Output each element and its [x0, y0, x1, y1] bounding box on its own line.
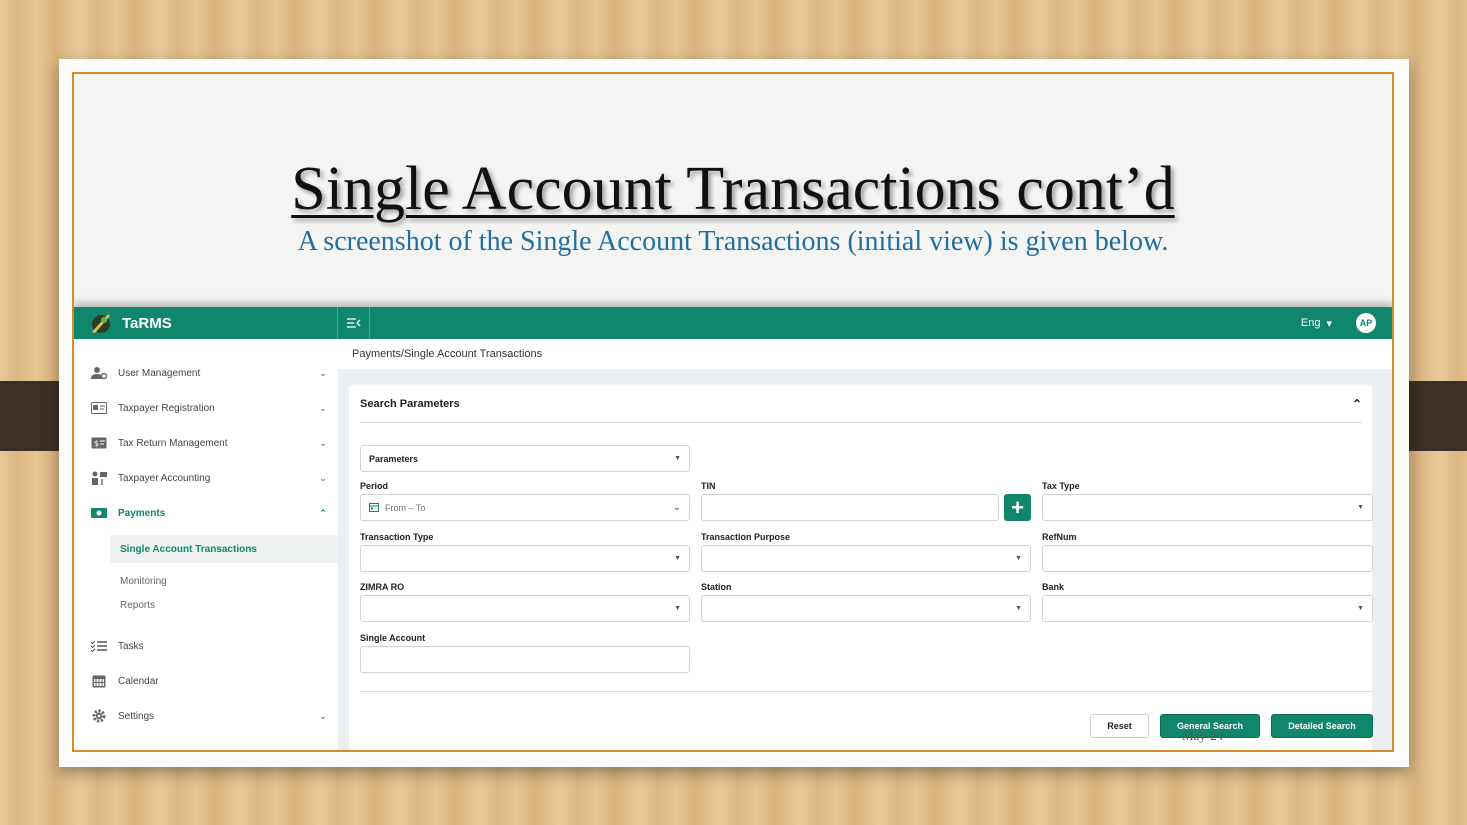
caret-down-icon: ▼ — [674, 555, 681, 562]
sidebar-item-tasks[interactable]: Tasks — [74, 631, 338, 661]
transaction-type-select[interactable]: ▼ — [360, 545, 690, 572]
chevron-down-icon: ⌄ — [319, 367, 327, 378]
tin-label: TIN — [701, 481, 716, 491]
sidebar-item-label: Taxpayer Accounting — [118, 472, 211, 484]
tax-type-select[interactable]: ▼ — [1042, 494, 1373, 521]
caret-down-icon: ▼ — [1357, 605, 1364, 612]
sidebar-item-taxpayer-registration[interactable]: Taxpayer Registration ⌄ — [74, 393, 338, 423]
station-select[interactable]: ▼ — [701, 595, 1031, 622]
sidebar-item-label: Settings — [118, 710, 155, 722]
app-screenshot: TaRMS Eng ▾ AP User Management ⌄ Taxpaye… — [74, 307, 1392, 750]
add-tin-button[interactable]: + — [1004, 494, 1031, 521]
bank-select[interactable]: ▼ — [1042, 595, 1373, 622]
chevron-up-icon: ⌃ — [319, 507, 327, 518]
sidebar-item-label: Payments — [118, 507, 166, 519]
sidebar-subitem-reports[interactable]: Reports — [110, 591, 338, 619]
period-date-range[interactable]: From – To ⌄ — [360, 494, 690, 521]
chevron-down-icon: ⌄ — [319, 472, 327, 483]
tax-type-label: Tax Type — [1042, 481, 1080, 491]
chevron-down-icon: ⌄ — [672, 502, 681, 513]
accounting-icon — [90, 471, 108, 485]
plus-icon: + — [1011, 494, 1024, 520]
tarms-logo-icon — [88, 310, 114, 336]
search-panel: Search Parameters ⌃ Parameters ▼ Period … — [349, 385, 1373, 750]
station-label: Station — [701, 582, 732, 592]
language-select[interactable]: Eng ▾ — [1301, 317, 1332, 330]
sidebar-subitem-single-account-transactions[interactable]: Single Account Transactions — [110, 535, 338, 563]
tin-input[interactable] — [701, 494, 999, 521]
parameters-select-value: Parameters — [369, 453, 419, 464]
sidebar-item-payments[interactable]: Payments ⌃ — [74, 498, 338, 528]
panel-title: Search Parameters — [360, 397, 460, 410]
sidebar-item-label: Calendar — [118, 675, 159, 687]
sidebar-item-label: Taxpayer Registration — [118, 402, 215, 414]
transaction-purpose-label: Transaction Purpose — [701, 532, 791, 542]
sidebar-item-settings[interactable]: Settings ⌄ — [74, 701, 338, 731]
zimra-ro-label: ZIMRA RO — [360, 582, 405, 592]
divider — [360, 691, 1372, 692]
avatar[interactable]: AP — [1356, 313, 1376, 333]
reset-button[interactable]: Reset — [1090, 714, 1149, 738]
transaction-type-label: Transaction Type — [360, 532, 434, 542]
sidebar-item-taxpayer-accounting[interactable]: Taxpayer Accounting ⌄ — [74, 463, 338, 493]
language-label: Eng — [1300, 317, 1321, 329]
caret-down-icon: ▼ — [674, 605, 681, 612]
sidebar-item-calendar[interactable]: Calendar — [74, 666, 338, 696]
slide-frame: Single Account Transactions cont’d A scr… — [72, 72, 1394, 752]
slide-title: Single Account Transactions cont’d — [291, 155, 1175, 223]
caret-down-icon: ▼ — [674, 455, 681, 462]
sidebar-item-user-management[interactable]: User Management ⌄ — [74, 358, 338, 388]
slide-date: May-24 — [1182, 728, 1224, 743]
sidebar-item-label: Tax Return Management — [118, 437, 228, 449]
bank-label: Bank — [1042, 582, 1065, 592]
single-account-input[interactable] — [360, 646, 690, 673]
period-value: From – To — [385, 502, 426, 513]
refnum-label: RefNum — [1042, 532, 1077, 542]
cash-icon — [90, 506, 108, 520]
brand-name: TaRMS — [122, 314, 172, 332]
top-bar: TaRMS Eng ▾ AP — [74, 307, 1392, 339]
transaction-purpose-select[interactable]: ▼ — [701, 545, 1031, 572]
main-content: Payments/Single Account Transactions Sea… — [338, 339, 1392, 750]
checklist-icon — [90, 639, 108, 653]
parameters-select[interactable]: Parameters ▼ — [360, 445, 690, 472]
user-gear-icon — [90, 366, 108, 380]
slide-card: Single Account Transactions cont’d A scr… — [59, 59, 1409, 767]
svg-text:$: $ — [94, 439, 99, 448]
detailed-search-button[interactable]: Detailed Search — [1271, 714, 1373, 738]
sidebar-item-tax-return-management[interactable]: $ Tax Return Management ⌄ — [74, 428, 338, 458]
money-card-icon: $ — [90, 436, 108, 450]
sidebar-item-label: User Management — [118, 367, 201, 379]
caret-down-icon: ▼ — [1357, 504, 1364, 511]
sidebar-item-label: Tasks — [118, 640, 144, 652]
gear-icon — [90, 709, 108, 723]
caret-down-icon: ▼ — [1015, 555, 1022, 562]
caret-down-icon: ▼ — [1015, 605, 1022, 612]
menu-collapse-icon[interactable] — [338, 307, 370, 339]
slide-subtitle: A screenshot of the Single Account Trans… — [297, 226, 1169, 257]
zimra-ro-select[interactable]: ▼ — [360, 595, 690, 622]
brand[interactable]: TaRMS — [74, 307, 338, 339]
chevron-down-icon: ⌄ — [319, 437, 327, 448]
search-panel-header[interactable]: Search Parameters ⌃ — [360, 385, 1362, 423]
breadcrumb: Payments/Single Account Transactions — [338, 339, 1392, 369]
period-label: Period — [360, 481, 389, 491]
single-account-label: Single Account — [360, 633, 426, 643]
chevron-down-icon: ▾ — [1326, 317, 1332, 330]
chevron-down-icon: ⌄ — [319, 402, 327, 413]
chevron-up-icon[interactable]: ⌃ — [1352, 397, 1362, 411]
id-card-icon — [90, 401, 108, 415]
calendar-icon — [369, 502, 379, 514]
sidebar: User Management ⌄ Taxpayer Registration … — [74, 339, 338, 750]
calendar-icon — [90, 674, 108, 688]
refnum-input[interactable] — [1042, 545, 1373, 572]
chevron-down-icon: ⌄ — [319, 710, 327, 721]
